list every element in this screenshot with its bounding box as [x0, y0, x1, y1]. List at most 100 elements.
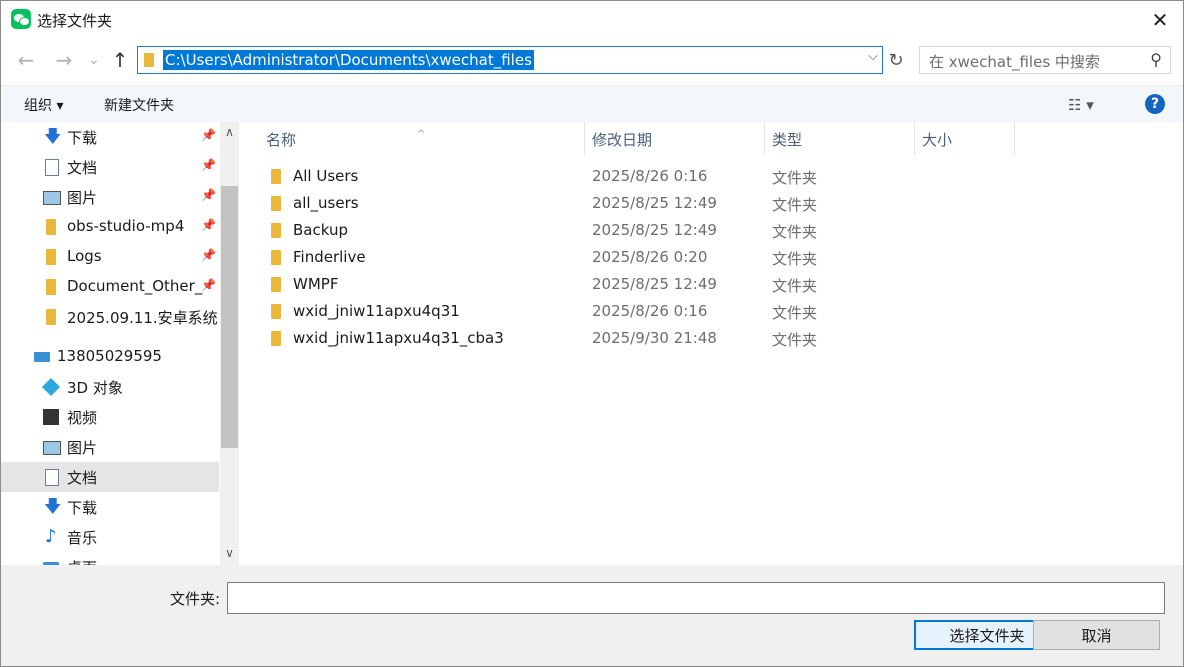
column-header-type[interactable]: 类型 — [772, 129, 802, 150]
column-divider[interactable] — [584, 122, 585, 155]
folder-icon — [271, 223, 281, 238]
scrollbar-thumb[interactable] — [221, 186, 238, 448]
sidebar-item-label: 图片 — [67, 439, 98, 457]
pin-icon[interactable]: 📌 — [201, 158, 216, 172]
sidebar-item-label: 图片 — [67, 189, 98, 207]
sidebar-item-label: Logs — [67, 247, 102, 265]
up-button[interactable]: ↑ — [107, 45, 133, 75]
help-button[interactable]: ? — [1145, 94, 1165, 114]
sidebar-item-obs-studio[interactable]: obs-studio-mp4 📌 — [1, 212, 219, 242]
file-date: 2025/8/25 12:49 — [592, 275, 717, 293]
table-row[interactable]: Backup 2025/8/25 12:49 文件夹 — [265, 217, 1165, 244]
scroll-down-icon[interactable]: ∨ — [220, 546, 239, 560]
column-headers: 名称 ^ 修改日期 类型 大小 — [241, 122, 1183, 155]
pin-icon[interactable]: 📌 — [201, 218, 216, 232]
column-header-size[interactable]: 大小 — [922, 129, 952, 150]
sidebar-item-label: 13805029595 — [57, 347, 162, 365]
download-icon: 🡇 — [44, 497, 62, 517]
column-divider[interactable] — [764, 122, 765, 155]
file-type: 文件夹 — [772, 331, 818, 349]
file-list: 名称 ^ 修改日期 类型 大小 All Users 2025/8/26 0:16… — [241, 122, 1183, 565]
search-placeholder: 在 xwechat_files 中搜索 — [929, 53, 1100, 71]
column-header-modified[interactable]: 修改日期 — [592, 129, 652, 150]
column-header-name[interactable]: 名称 — [266, 129, 296, 150]
file-name: wxid_jniw11apxu4q31_cba3 — [293, 329, 504, 347]
pin-icon[interactable]: 📌 — [201, 278, 216, 292]
sidebar-item-downloads[interactable]: 🡇 下载 — [1, 492, 219, 522]
command-bar: 组织 ▾ 新建文件夹 ☷ ▾ ? — [1, 85, 1183, 122]
table-row[interactable]: all_users 2025/8/25 12:49 文件夹 — [265, 190, 1165, 217]
sort-ascending-icon: ^ — [417, 129, 426, 140]
navigation-scrollbar[interactable]: ∧ ∨ — [220, 122, 239, 565]
sidebar-item-pictures[interactable]: 图片 — [1, 432, 219, 462]
table-row[interactable]: WMPF 2025/8/25 12:49 文件夹 — [265, 271, 1165, 298]
file-name: all_users — [293, 194, 359, 212]
sidebar-item-logs[interactable]: Logs 📌 — [1, 242, 219, 272]
sidebar-item-videos[interactable]: 视频 — [1, 402, 219, 432]
table-row[interactable]: Finderlive 2025/8/26 0:20 文件夹 — [265, 244, 1165, 271]
document-icon — [45, 159, 59, 176]
dialog-footer: 文件夹: 选择文件夹 取消 — [1, 565, 1183, 666]
file-date: 2025/8/26 0:20 — [592, 248, 708, 266]
column-divider[interactable] — [1014, 122, 1015, 155]
sidebar-item-desktop[interactable]: 桌面 — [1, 552, 219, 565]
scroll-up-icon[interactable]: ∧ — [220, 125, 239, 139]
document-icon — [45, 469, 59, 486]
navigation-pane: 🡇 下载 📌 文档 📌 图片 📌 obs-studio-mp4 📌 Logs 📌… — [1, 122, 241, 565]
music-icon: ♪ — [45, 526, 57, 547]
sidebar-item-documents[interactable]: 文档 — [1, 462, 219, 492]
folder-icon — [144, 53, 154, 67]
sidebar-item-pictures-quick[interactable]: 图片 📌 — [1, 182, 219, 212]
folder-icon — [271, 331, 281, 346]
table-row[interactable]: wxid_jniw11apxu4q31 2025/8/26 0:16 文件夹 — [265, 298, 1165, 325]
sidebar-item-document-other[interactable]: Document_Other_ 📌 — [1, 272, 219, 302]
pin-icon[interactable]: 📌 — [201, 128, 216, 142]
table-row[interactable]: All Users 2025/8/26 0:16 文件夹 — [265, 163, 1165, 190]
back-button[interactable]: ← — [13, 45, 39, 75]
folder-icon — [271, 169, 281, 184]
table-row[interactable]: wxid_jniw11apxu4q31_cba3 2025/9/30 21:48… — [265, 325, 1165, 352]
sidebar-item-this-pc[interactable]: 13805029595 — [1, 342, 219, 372]
search-icon[interactable]: ⚲ — [1150, 50, 1162, 69]
address-path[interactable]: C:\Users\Administrator\Documents\xwechat… — [163, 50, 534, 70]
folder-icon — [271, 196, 281, 211]
organize-menu[interactable]: 组织 ▾ — [24, 95, 63, 115]
file-type: 文件夹 — [772, 223, 818, 241]
pin-icon[interactable]: 📌 — [201, 188, 216, 202]
close-button[interactable]: ✕ — [1137, 1, 1183, 39]
file-name: Finderlive — [293, 248, 366, 266]
folder-input[interactable] — [227, 582, 1165, 614]
sidebar-item-music[interactable]: ♪ 音乐 — [1, 522, 219, 552]
address-bar[interactable]: C:\Users\Administrator\Documents\xwechat… — [137, 46, 883, 74]
sidebar-item-label: 3D 对象 — [67, 379, 123, 397]
folder-icon — [46, 219, 56, 235]
sidebar-item-3d-objects[interactable]: 3D 对象 — [1, 372, 219, 402]
folder-icon — [271, 304, 281, 319]
sidebar-item-downloads-quick[interactable]: 🡇 下载 📌 — [1, 122, 219, 152]
sidebar-item-label: obs-studio-mp4 — [67, 217, 185, 235]
folder-icon — [46, 309, 56, 325]
search-box[interactable]: 在 xwechat_files 中搜索 ⚲ — [919, 46, 1171, 74]
forward-button[interactable]: → — [51, 45, 77, 75]
chevron-down-icon[interactable]: ⌵ — [868, 49, 878, 64]
file-date: 2025/8/26 0:16 — [592, 302, 708, 320]
computer-icon — [34, 352, 50, 362]
file-type: 文件夹 — [772, 196, 818, 214]
pin-icon[interactable]: 📌 — [201, 248, 216, 262]
column-divider[interactable] — [914, 122, 915, 155]
cancel-button[interactable]: 取消 — [1033, 620, 1160, 650]
title-bar: 选择文件夹 ✕ — [1, 1, 1183, 39]
refresh-button[interactable]: ↻ — [883, 47, 909, 73]
file-name: Backup — [293, 221, 348, 239]
sidebar-item-label: 音乐 — [67, 529, 98, 547]
wechat-icon — [11, 9, 31, 29]
new-folder-button[interactable]: 新建文件夹 — [104, 95, 174, 115]
sidebar-item-documents-quick[interactable]: 文档 📌 — [1, 152, 219, 182]
view-options-button[interactable]: ☷ ▾ — [1068, 96, 1094, 114]
sidebar-item-label: 2025.09.11.安卓系统 — [67, 309, 218, 327]
file-name: WMPF — [293, 275, 339, 293]
folder-field-label: 文件夹: — [170, 590, 221, 608]
sidebar-item-android[interactable]: 2025.09.11.安卓系统 — [1, 302, 219, 332]
folder-icon — [271, 277, 281, 292]
recent-locations-button[interactable]: ⌄ — [85, 45, 103, 75]
